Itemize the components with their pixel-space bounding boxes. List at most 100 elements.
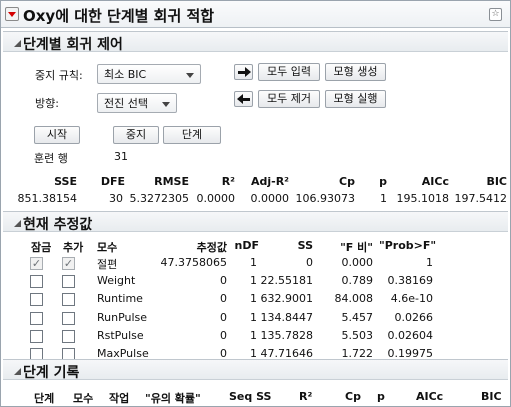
stopping-rule-value: 최소 BIC: [104, 68, 147, 81]
param-f-ratio: 0.000: [341, 256, 374, 269]
param-ss: 632.9001: [260, 292, 314, 305]
col-header-parameter: 모수: [97, 241, 118, 254]
param-estimate: 0: [220, 274, 227, 287]
stat-header-p: p: [379, 175, 387, 188]
stat-value-p: 1: [380, 192, 387, 205]
lock-checkbox[interactable]: [30, 293, 43, 306]
enter-all-button[interactable]: 모두 입력: [258, 63, 320, 81]
col-header-ss: SS: [297, 239, 313, 252]
stat-header-rmse: RMSE: [154, 175, 189, 188]
entered-checkbox: ✓: [62, 257, 75, 270]
param-estimate: 47.3758065: [160, 256, 227, 269]
training-rows-label: 훈련 행: [34, 152, 68, 165]
param-prob-f: 1: [426, 256, 433, 269]
stop-button[interactable]: 중지: [113, 126, 159, 144]
collapse-triangle-icon[interactable]: [14, 368, 21, 375]
stat-value-aicc: 195.1018: [396, 192, 450, 205]
stat-header-r2: R²: [221, 175, 235, 188]
control-section-header[interactable]: 단계별 회귀 제어: [3, 31, 508, 53]
col-header-lock: 잠금: [31, 241, 52, 254]
param-estimate: 0: [220, 292, 227, 305]
entered-checkbox[interactable]: [62, 275, 75, 288]
param-ndf: 1: [250, 292, 257, 305]
enter-arrow-button[interactable]: [234, 64, 253, 80]
estimates-section-title: 현재 추정값: [23, 217, 93, 233]
param-ss: 135.7828: [260, 329, 314, 342]
stat-value-rmse: 5.3272305: [129, 192, 190, 205]
stat-value-cp: 106.93073: [295, 192, 356, 205]
collapse-triangle-icon[interactable]: [14, 40, 21, 47]
param-f-ratio: 5.503: [341, 329, 374, 342]
hist-header-aicc: AICc: [416, 390, 444, 403]
hist-header-significance: "유의 확률": [145, 392, 201, 405]
param-name: Weight: [97, 274, 136, 287]
history-section-header[interactable]: 단계 기록: [3, 359, 508, 381]
param-ndf: 1: [250, 311, 257, 324]
chevron-down-icon: [162, 102, 170, 107]
hist-header-parameter: 모수: [73, 392, 94, 405]
direction-value: 전진 선택: [104, 97, 148, 110]
hist-header-cp: Cp: [345, 390, 361, 403]
stopping-rule-select[interactable]: 최소 BIC: [97, 64, 201, 84]
param-f-ratio: 5.457: [341, 311, 374, 324]
stat-header-cp: Cp: [339, 175, 355, 188]
param-f-ratio: 0.789: [341, 274, 374, 287]
col-header-prob-f: "Prob>F": [379, 239, 437, 252]
param-name: RstPulse: [97, 329, 144, 342]
pin-icon[interactable]: ☆: [489, 8, 502, 21]
stat-value-bic: 197.5412: [454, 192, 508, 205]
control-section-title: 단계별 회귀 제어: [23, 37, 123, 53]
entered-checkbox[interactable]: [62, 312, 75, 325]
param-ndf: 1: [250, 274, 257, 287]
col-header-estimate: 추정값: [196, 241, 227, 254]
lock-checkbox: ✓: [30, 257, 43, 270]
hist-header-step: 단계: [34, 392, 55, 405]
col-header-entered: 추가: [63, 241, 84, 254]
entered-checkbox[interactable]: [62, 330, 75, 343]
stat-value-r2: 0.0000: [196, 192, 236, 205]
red-triangle-menu-icon[interactable]: [5, 7, 19, 21]
hist-header-p: p: [377, 390, 385, 403]
param-ndf: 1: [250, 329, 257, 342]
lock-checkbox[interactable]: [30, 312, 43, 325]
stat-header-aicc: AICc: [421, 175, 449, 188]
stat-value-sse: 851.38154: [17, 192, 78, 205]
history-section-title: 단계 기록: [23, 365, 80, 381]
lock-checkbox[interactable]: [30, 275, 43, 288]
param-prob-f: 0.38169: [387, 274, 434, 287]
param-estimate: 0: [220, 311, 227, 324]
param-prob-f: 0.0266: [394, 311, 434, 324]
param-name: RunPulse: [97, 311, 148, 324]
param-ss: 0: [306, 256, 313, 269]
param-ndf: 1: [250, 256, 257, 269]
stat-header-bic: BIC: [486, 175, 507, 188]
stepwise-window: Oxy에 대한 단계별 회귀 적합 ☆ 단계별 회귀 제어 중지 규칙: 최소 …: [0, 0, 511, 407]
make-model-button[interactable]: 모형 생성: [325, 63, 386, 81]
hist-header-bic: BIC: [481, 390, 502, 403]
stat-header-adj-r2: Adj-R²: [250, 175, 289, 188]
param-f-ratio: 84.008: [334, 292, 374, 305]
entered-checkbox[interactable]: [62, 293, 75, 306]
param-ss: 134.8447: [260, 311, 314, 324]
step-button[interactable]: 단계: [163, 126, 221, 144]
remove-arrow-button[interactable]: [234, 91, 253, 107]
remove-all-button[interactable]: 모두 제거: [258, 90, 320, 108]
hist-header-seq-ss: Seq SS: [229, 390, 272, 403]
direction-select[interactable]: 전진 선택: [97, 93, 177, 113]
param-ss: 22.55181: [260, 274, 314, 287]
collapse-triangle-icon[interactable]: [14, 220, 21, 227]
param-prob-f: 0.02604: [387, 329, 434, 342]
estimates-section-header[interactable]: 현재 추정값: [3, 211, 508, 233]
stopping-rule-label: 중지 규칙:: [35, 69, 83, 82]
go-button[interactable]: 시작: [34, 126, 80, 144]
col-header-ndf: nDF: [234, 239, 259, 252]
col-header-f-ratio: "F 비": [340, 241, 373, 254]
run-model-button[interactable]: 모형 실행: [325, 90, 386, 108]
lock-checkbox[interactable]: [30, 330, 43, 343]
stat-value-adj-r2: 0.0000: [250, 192, 290, 205]
title-bar: Oxy에 대한 단계별 회귀 적합 ☆: [1, 1, 510, 28]
param-prob-f: 4.6e-10: [390, 292, 433, 305]
hist-header-action: 작업: [109, 392, 130, 405]
param-name: 절편: [97, 258, 118, 271]
stat-header-sse: SSE: [54, 175, 77, 188]
